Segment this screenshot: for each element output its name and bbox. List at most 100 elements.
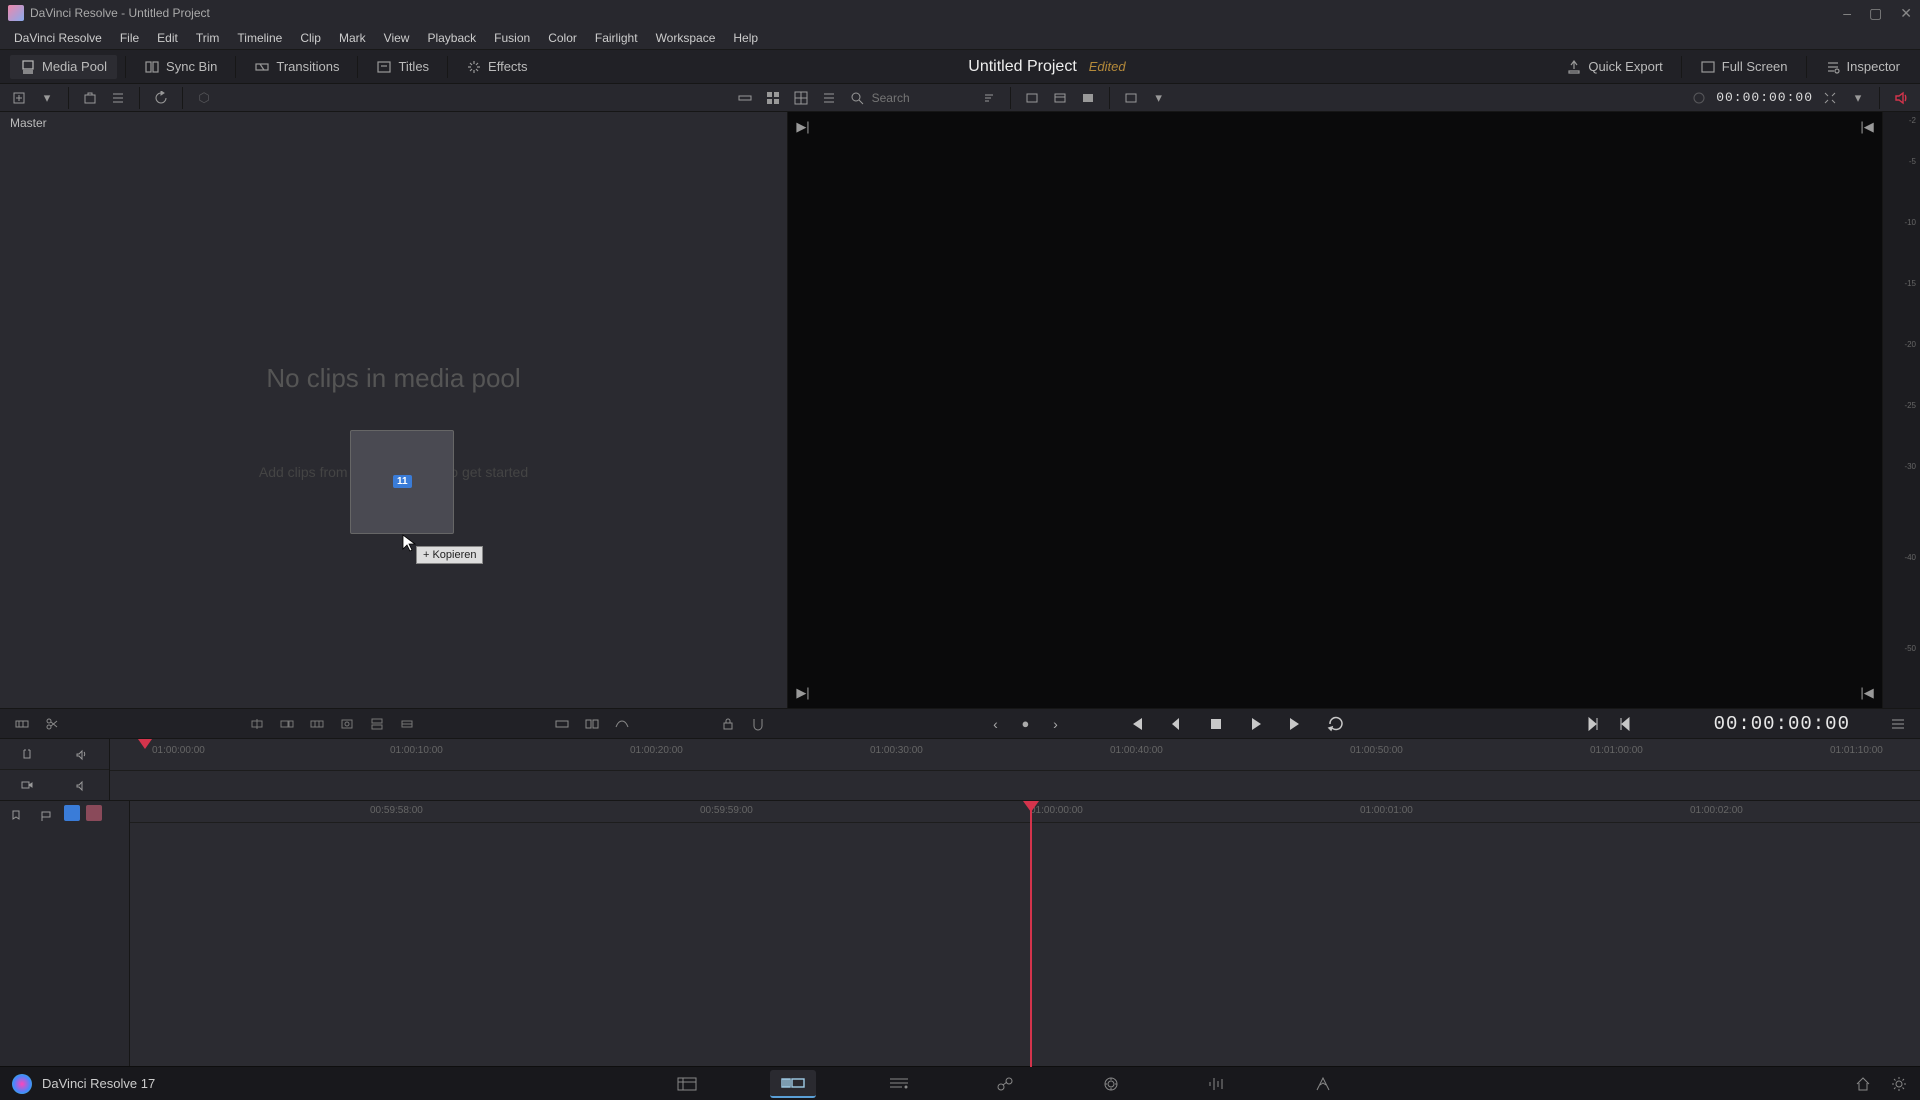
guide-icon[interactable] [1688,87,1710,109]
menu-edit[interactable]: Edit [149,29,186,47]
page-media-button[interactable] [664,1070,710,1098]
import-media-button[interactable] [8,87,30,109]
loop-button[interactable] [1323,711,1349,737]
nav-next-icon[interactable]: › [1043,713,1067,735]
flag-icon[interactable] [34,805,58,827]
zoom-fit-icon[interactable] [1819,87,1841,109]
viewer-a-icon[interactable] [1021,87,1043,109]
quick-export-button[interactable]: Quick Export [1556,55,1672,79]
audio-meter-toggle-icon[interactable] [1890,87,1912,109]
tools-smooth-icon[interactable] [610,713,634,735]
timeline-timecode[interactable]: 00:00:00:00 [1714,713,1850,735]
strip-view-icon[interactable] [734,87,756,109]
marker-toggle-icon[interactable] [4,805,28,827]
audio-track-icon[interactable] [70,743,94,765]
effects-button[interactable]: Effects [456,55,538,79]
sync-lock-icon[interactable] [716,713,740,735]
viewer-out-bottom-icon[interactable]: |◀ [1858,684,1876,702]
stop-button[interactable] [1203,711,1229,737]
menu-timeline[interactable]: Timeline [229,29,290,47]
refresh-icon[interactable] [150,87,172,109]
timeline-track-area[interactable]: 00:59:58:00 00:59:59:00 01:00:00:00 01:0… [130,801,1920,1066]
playhead-marker-upper[interactable] [138,739,152,749]
append-icon[interactable] [275,713,299,735]
timeline-options-icon[interactable] [1886,713,1910,735]
full-screen-button[interactable]: Full Screen [1690,55,1798,79]
search-input[interactable] [872,91,972,105]
menu-file[interactable]: File [112,29,147,47]
menu-mark[interactable]: Mark [331,29,374,47]
bin-list-icon[interactable] [107,87,129,109]
menu-help[interactable]: Help [725,29,766,47]
sync-bin-button[interactable]: Sync Bin [134,55,227,79]
master-bin-label[interactable]: Master [0,112,787,134]
resolve-fx-icon[interactable]: ⬡ [193,87,215,109]
viewer-out-top-icon[interactable]: |◀ [1858,118,1876,136]
go-last-button[interactable] [1283,711,1309,737]
go-first-button[interactable] [1123,711,1149,737]
list-view-icon[interactable] [818,87,840,109]
window-close-button[interactable]: ✕ [1900,5,1912,22]
page-fairlight-button[interactable] [1194,1070,1240,1098]
menu-workspace[interactable]: Workspace [648,29,724,47]
split-clip-icon[interactable] [40,713,64,735]
audio-track2-icon[interactable] [70,774,94,796]
safe-area-icon[interactable] [1120,87,1142,109]
menu-trim[interactable]: Trim [188,29,228,47]
marker-color-icon[interactable] [64,805,80,821]
source-overwrite-icon[interactable] [395,713,419,735]
transitions-button[interactable]: Transitions [244,55,349,79]
menu-davinci[interactable]: DaVinci Resolve [6,29,110,47]
nav-marker-icon[interactable]: ● [1013,713,1037,735]
window-maximize-button[interactable]: ▢ [1869,5,1882,22]
play-button[interactable] [1243,711,1269,737]
search-icon[interactable] [846,87,868,109]
page-edit-button[interactable] [876,1070,922,1098]
menu-color[interactable]: Color [540,29,585,47]
media-pool-panel[interactable]: Master No clips in media pool Add clips … [0,112,788,708]
menu-playback[interactable]: Playback [419,29,484,47]
page-cut-button[interactable] [770,1070,816,1098]
viewer-output[interactable]: ▶| |◀ ▶| |◀ [788,112,1882,708]
titles-button[interactable]: Titles [366,55,439,79]
video-track-icon[interactable] [15,774,39,796]
viewer-in-bottom-icon[interactable]: ▶| [794,684,812,702]
tools-dissolve-icon[interactable] [550,713,574,735]
safe-area-dropdown-icon[interactable]: ▾ [1148,87,1170,109]
next-edit-button[interactable] [1580,711,1606,737]
import-dropdown-icon[interactable]: ▾ [36,87,58,109]
nav-prev-icon[interactable]: ‹ [983,713,1007,735]
prev-edit-button[interactable] [1612,711,1638,737]
page-color-button[interactable] [1088,1070,1134,1098]
page-deliver-button[interactable] [1300,1070,1346,1098]
tools-cut-icon[interactable] [580,713,604,735]
window-minimize-button[interactable]: – [1843,5,1851,22]
sort-icon[interactable] [978,87,1000,109]
inspector-button[interactable]: Inspector [1815,55,1910,79]
timeline-ruler-upper[interactable]: 01:00:00:00 01:00:10:00 01:00:20:00 01:0… [110,739,1920,800]
meta-view-icon[interactable] [790,87,812,109]
home-button[interactable] [1854,1075,1872,1093]
viewer-b-icon[interactable] [1049,87,1071,109]
thumb-view-icon[interactable] [762,87,784,109]
smart-insert-icon[interactable] [245,713,269,735]
page-fusion-button[interactable] [982,1070,1028,1098]
marker-color2-icon[interactable] [86,805,102,821]
step-back-button[interactable] [1163,711,1189,737]
place-on-top-icon[interactable] [365,713,389,735]
close-up-icon[interactable] [335,713,359,735]
zoom-dropdown-icon[interactable]: ▾ [1847,87,1869,109]
bin-new-icon[interactable] [79,87,101,109]
playhead-line[interactable] [1030,801,1032,1067]
boring-detector-icon[interactable] [10,713,34,735]
menu-fusion[interactable]: Fusion [486,29,538,47]
viewer-c-icon[interactable] [1077,87,1099,109]
menu-view[interactable]: View [376,29,418,47]
menu-clip[interactable]: Clip [292,29,329,47]
media-pool-button[interactable]: Media Pool [10,55,117,79]
viewer-in-top-icon[interactable]: ▶| [794,118,812,136]
lock-track-icon[interactable] [15,743,39,765]
ripple-overwrite-icon[interactable] [305,713,329,735]
viewer-timecode[interactable]: 00:00:00:00 [1716,90,1813,105]
menu-fairlight[interactable]: Fairlight [587,29,646,47]
